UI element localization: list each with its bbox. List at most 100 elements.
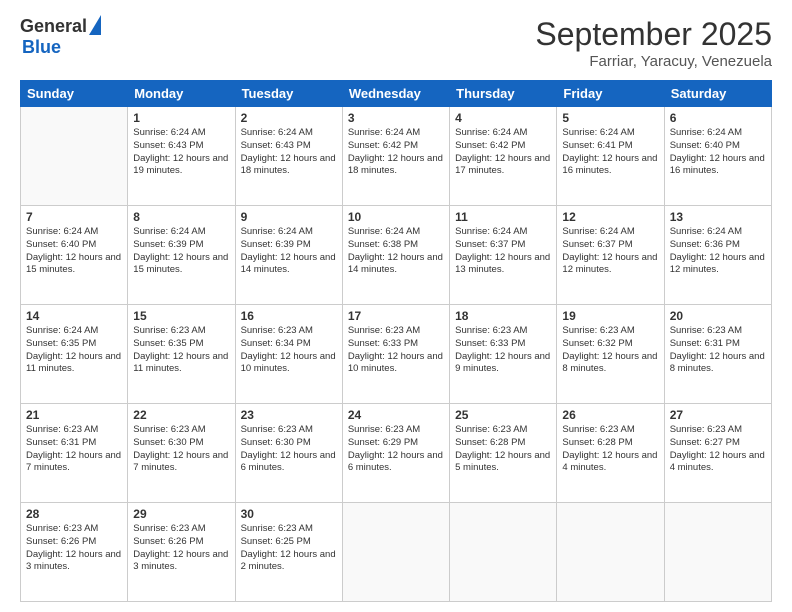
day-number: 12	[562, 210, 658, 224]
logo-triangle-icon	[89, 15, 101, 35]
calendar-cell: 22Sunrise: 6:23 AMSunset: 6:30 PMDayligh…	[128, 404, 235, 503]
day-number: 11	[455, 210, 551, 224]
day-number: 14	[26, 309, 122, 323]
day-number: 24	[348, 408, 444, 422]
day-info: Sunrise: 6:24 AMSunset: 6:43 PMDaylight:…	[133, 127, 229, 178]
day-info: Sunrise: 6:23 AMSunset: 6:31 PMDaylight:…	[26, 424, 122, 475]
day-number: 19	[562, 309, 658, 323]
day-info: Sunrise: 6:24 AMSunset: 6:42 PMDaylight:…	[455, 127, 551, 178]
weekday-header-cell: Monday	[128, 81, 235, 107]
weekday-header-row: SundayMondayTuesdayWednesdayThursdayFrid…	[21, 81, 772, 107]
logo-blue-text: Blue	[22, 37, 61, 58]
day-number: 16	[241, 309, 337, 323]
day-info: Sunrise: 6:24 AMSunset: 6:39 PMDaylight:…	[133, 226, 229, 277]
calendar-cell: 23Sunrise: 6:23 AMSunset: 6:30 PMDayligh…	[235, 404, 342, 503]
day-info: Sunrise: 6:24 AMSunset: 6:41 PMDaylight:…	[562, 127, 658, 178]
calendar-cell: 15 Sunrise: 6:23 AMSunset: 6:35 PMDayligh…	[128, 305, 235, 404]
calendar-cell: 12 Sunrise: 6:24 AMSunset: 6:37 PMDayligh…	[557, 206, 664, 305]
day-info: Sunrise: 6:24 AMSunset: 6:37 PMDaylight:…	[562, 226, 658, 277]
day-number: 17	[348, 309, 444, 323]
calendar-body: 1Sunrise: 6:24 AMSunset: 6:43 PMDaylight…	[21, 107, 772, 602]
calendar-cell: 2 Sunrise: 6:24 AMSunset: 6:43 PMDaylight…	[235, 107, 342, 206]
day-number: 28	[26, 507, 122, 521]
calendar-cell: 11 Sunrise: 6:24 AMSunset: 6:37 PMDayligh…	[450, 206, 557, 305]
day-number: 27	[670, 408, 766, 422]
day-info: Sunrise: 6:24 AMSunset: 6:37 PMDaylight:…	[455, 226, 551, 277]
day-info: Sunrise: 6:23 AMSunset: 6:33 PMDaylight:…	[455, 325, 551, 376]
logo-top: General	[20, 16, 101, 37]
weekday-header-cell: Tuesday	[235, 81, 342, 107]
calendar-cell	[557, 503, 664, 602]
day-info: Sunrise: 6:23 AMSunset: 6:32 PMDaylight:…	[562, 325, 658, 376]
day-info: Sunrise: 6:24 AMSunset: 6:39 PMDaylight:…	[241, 226, 337, 277]
day-info: Sunrise: 6:24 AMSunset: 6:40 PMDaylight:…	[670, 127, 766, 178]
logo: General Blue	[20, 16, 101, 58]
weekday-header-cell: Saturday	[664, 81, 771, 107]
calendar-cell: 25 Sunrise: 6:23 AMSunset: 6:28 PMDayligh…	[450, 404, 557, 503]
day-number: 8	[133, 210, 229, 224]
day-number: 29	[133, 507, 229, 521]
day-number: 3	[348, 111, 444, 125]
calendar-cell: 8 Sunrise: 6:24 AMSunset: 6:39 PMDaylight…	[128, 206, 235, 305]
day-info: Sunrise: 6:24 AMSunset: 6:42 PMDaylight:…	[348, 127, 444, 178]
logo-general-text: General	[20, 16, 87, 37]
day-info: Sunrise: 6:23 AMSunset: 6:29 PMDaylight:…	[348, 424, 444, 475]
weekday-header-cell: Friday	[557, 81, 664, 107]
day-number: 5	[562, 111, 658, 125]
day-number: 10	[348, 210, 444, 224]
day-info: Sunrise: 6:23 AMSunset: 6:26 PMDaylight:…	[133, 523, 229, 574]
calendar-cell: 16 Sunrise: 6:23 AMSunset: 6:34 PMDayligh…	[235, 305, 342, 404]
calendar-cell	[664, 503, 771, 602]
day-number: 21	[26, 408, 122, 422]
calendar-cell: 5 Sunrise: 6:24 AMSunset: 6:41 PMDaylight…	[557, 107, 664, 206]
day-info: Sunrise: 6:23 AMSunset: 6:25 PMDaylight:…	[241, 523, 337, 574]
calendar-cell: 1Sunrise: 6:24 AMSunset: 6:43 PMDaylight…	[128, 107, 235, 206]
calendar-cell: 6Sunrise: 6:24 AMSunset: 6:40 PMDaylight…	[664, 107, 771, 206]
calendar-cell: 14 Sunrise: 6:24 AMSunset: 6:35 PMDayligh…	[21, 305, 128, 404]
calendar-cell: 19 Sunrise: 6:23 AMSunset: 6:32 PMDayligh…	[557, 305, 664, 404]
calendar-cell: 3 Sunrise: 6:24 AMSunset: 6:42 PMDaylight…	[342, 107, 449, 206]
calendar-cell: 10 Sunrise: 6:24 AMSunset: 6:38 PMDayligh…	[342, 206, 449, 305]
day-number: 2	[241, 111, 337, 125]
day-info: Sunrise: 6:24 AMSunset: 6:38 PMDaylight:…	[348, 226, 444, 277]
weekday-header-cell: Wednesday	[342, 81, 449, 107]
calendar-week-row: 1Sunrise: 6:24 AMSunset: 6:43 PMDaylight…	[21, 107, 772, 206]
calendar-cell	[21, 107, 128, 206]
calendar-week-row: 14 Sunrise: 6:24 AMSunset: 6:35 PMDayligh…	[21, 305, 772, 404]
day-number: 26	[562, 408, 658, 422]
day-info: Sunrise: 6:23 AMSunset: 6:35 PMDaylight:…	[133, 325, 229, 376]
day-number: 25	[455, 408, 551, 422]
day-number: 15	[133, 309, 229, 323]
day-number: 20	[670, 309, 766, 323]
day-info: Sunrise: 6:23 AMSunset: 6:27 PMDaylight:…	[670, 424, 766, 475]
calendar-cell: 24 Sunrise: 6:23 AMSunset: 6:29 PMDayligh…	[342, 404, 449, 503]
top-area: General Blue September 2025 Farriar, Yar…	[20, 16, 772, 70]
day-info: Sunrise: 6:24 AMSunset: 6:40 PMDaylight:…	[26, 226, 122, 277]
calendar-week-row: 21 Sunrise: 6:23 AMSunset: 6:31 PMDayligh…	[21, 404, 772, 503]
day-info: Sunrise: 6:23 AMSunset: 6:26 PMDaylight:…	[26, 523, 122, 574]
day-info: Sunrise: 6:23 AMSunset: 6:28 PMDaylight:…	[455, 424, 551, 475]
day-info: Sunrise: 6:23 AMSunset: 6:34 PMDaylight:…	[241, 325, 337, 376]
day-number: 18	[455, 309, 551, 323]
location: Farriar, Yaracuy, Venezuela	[535, 53, 772, 70]
day-info: Sunrise: 6:23 AMSunset: 6:30 PMDaylight:…	[133, 424, 229, 475]
calendar-cell: 18 Sunrise: 6:23 AMSunset: 6:33 PMDayligh…	[450, 305, 557, 404]
calendar-cell: 4 Sunrise: 6:24 AMSunset: 6:42 PMDaylight…	[450, 107, 557, 206]
calendar-cell: 9Sunrise: 6:24 AMSunset: 6:39 PMDaylight…	[235, 206, 342, 305]
day-number: 30	[241, 507, 337, 521]
day-info: Sunrise: 6:24 AMSunset: 6:43 PMDaylight:…	[241, 127, 337, 178]
day-info: Sunrise: 6:24 AMSunset: 6:35 PMDaylight:…	[26, 325, 122, 376]
calendar-cell: 7 Sunrise: 6:24 AMSunset: 6:40 PMDaylight…	[21, 206, 128, 305]
calendar-cell: 27 Sunrise: 6:23 AMSunset: 6:27 PMDayligh…	[664, 404, 771, 503]
calendar-cell: 28 Sunrise: 6:23 AMSunset: 6:26 PMDayligh…	[21, 503, 128, 602]
calendar-cell: 13Sunrise: 6:24 AMSunset: 6:36 PMDayligh…	[664, 206, 771, 305]
page: General Blue September 2025 Farriar, Yar…	[0, 0, 792, 612]
month-title: September 2025	[535, 16, 772, 53]
day-number: 7	[26, 210, 122, 224]
weekday-header-cell: Thursday	[450, 81, 557, 107]
day-info: Sunrise: 6:23 AMSunset: 6:31 PMDaylight:…	[670, 325, 766, 376]
day-number: 4	[455, 111, 551, 125]
day-info: Sunrise: 6:23 AMSunset: 6:30 PMDaylight:…	[241, 424, 337, 475]
calendar-table: SundayMondayTuesdayWednesdayThursdayFrid…	[20, 80, 772, 602]
day-info: Sunrise: 6:24 AMSunset: 6:36 PMDaylight:…	[670, 226, 766, 277]
